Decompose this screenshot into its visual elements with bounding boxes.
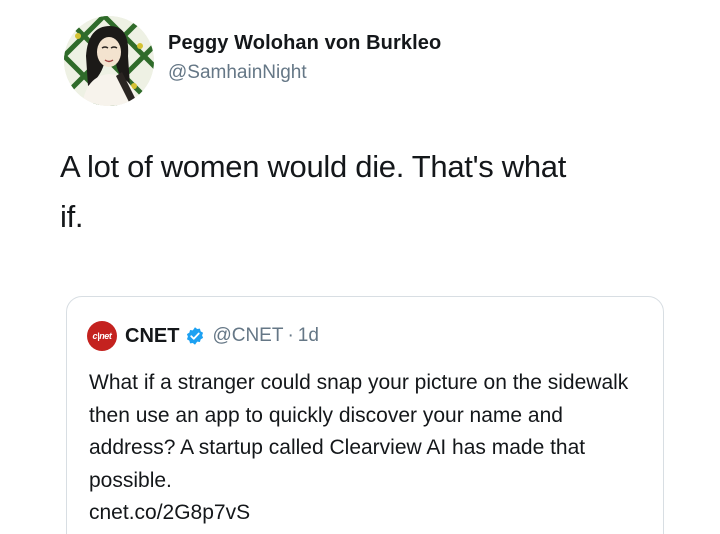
cnet-logo-icon[interactable]: c|net <box>87 321 117 351</box>
quoted-tweet-text: What if a stranger could snap your pictu… <box>89 367 649 530</box>
separator-dot: · <box>287 325 294 346</box>
tweet-text-line-2: if. <box>60 199 84 234</box>
tweet-text-line-1: A lot of women would die. That's what <box>60 149 567 184</box>
quoted-handle[interactable]: @CNET <box>212 325 283 347</box>
verified-badge-icon <box>185 326 205 346</box>
quoted-display-name[interactable]: CNET <box>125 325 179 348</box>
quoted-tweet-header: c|net CNET @CNET · 1d <box>87 321 319 351</box>
profile-avatar[interactable] <box>64 16 154 106</box>
user-handle[interactable]: @SamhainNight <box>168 62 307 84</box>
tweet: Peggy Wolohan von Burkleo @SamhainNight … <box>0 0 720 534</box>
quoted-timestamp[interactable]: 1d <box>298 325 319 347</box>
quoted-tweet-link[interactable]: cnet.co/2G8p7vS <box>89 497 649 530</box>
quoted-tweet-card[interactable]: c|net CNET @CNET · 1d What if a stranger… <box>66 296 664 534</box>
tweet-text: A lot of women would die. That's what if… <box>60 142 670 242</box>
quoted-tweet-body: What if a stranger could snap your pictu… <box>89 371 629 492</box>
avatar-illustration-icon <box>64 16 154 106</box>
display-name[interactable]: Peggy Wolohan von Burkleo <box>168 32 441 55</box>
